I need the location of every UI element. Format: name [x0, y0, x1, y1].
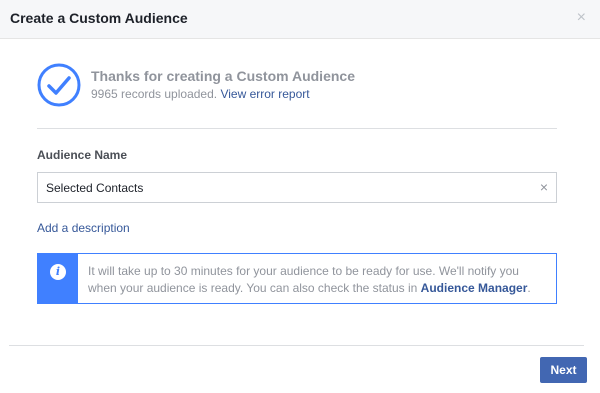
check-circle-icon [37, 63, 81, 107]
notice-end: . [527, 281, 531, 295]
audience-manager-link[interactable]: Audience Manager [421, 281, 528, 295]
custom-audience-dialog: Create a Custom Audience × Thanks for cr… [0, 0, 600, 393]
footer-divider [9, 345, 584, 346]
upload-status: 9965 records uploaded. View error report [91, 87, 310, 101]
dialog-title: Create a Custom Audience [10, 10, 188, 26]
dialog-header: Create a Custom Audience × [0, 0, 600, 39]
info-notice: i It will take up to 30 minutes for your… [37, 253, 557, 304]
next-button[interactable]: Next [540, 357, 587, 383]
divider [37, 128, 557, 129]
view-error-report-link[interactable]: View error report [220, 87, 309, 101]
notice-stripe: i [38, 254, 78, 303]
records-uploaded-text: 9965 records uploaded. [91, 87, 218, 101]
audience-name-field: × [37, 172, 557, 203]
close-icon[interactable]: × [577, 9, 586, 27]
audience-name-label: Audience Name [37, 148, 128, 162]
success-title: Thanks for creating a Custom Audience [91, 68, 355, 84]
audience-name-input[interactable] [46, 173, 526, 202]
notice-text: It will take up to 30 minutes for your a… [88, 263, 548, 297]
info-icon: i [50, 264, 66, 280]
add-description-link[interactable]: Add a description [37, 221, 130, 235]
clear-input-icon[interactable]: × [540, 179, 548, 195]
